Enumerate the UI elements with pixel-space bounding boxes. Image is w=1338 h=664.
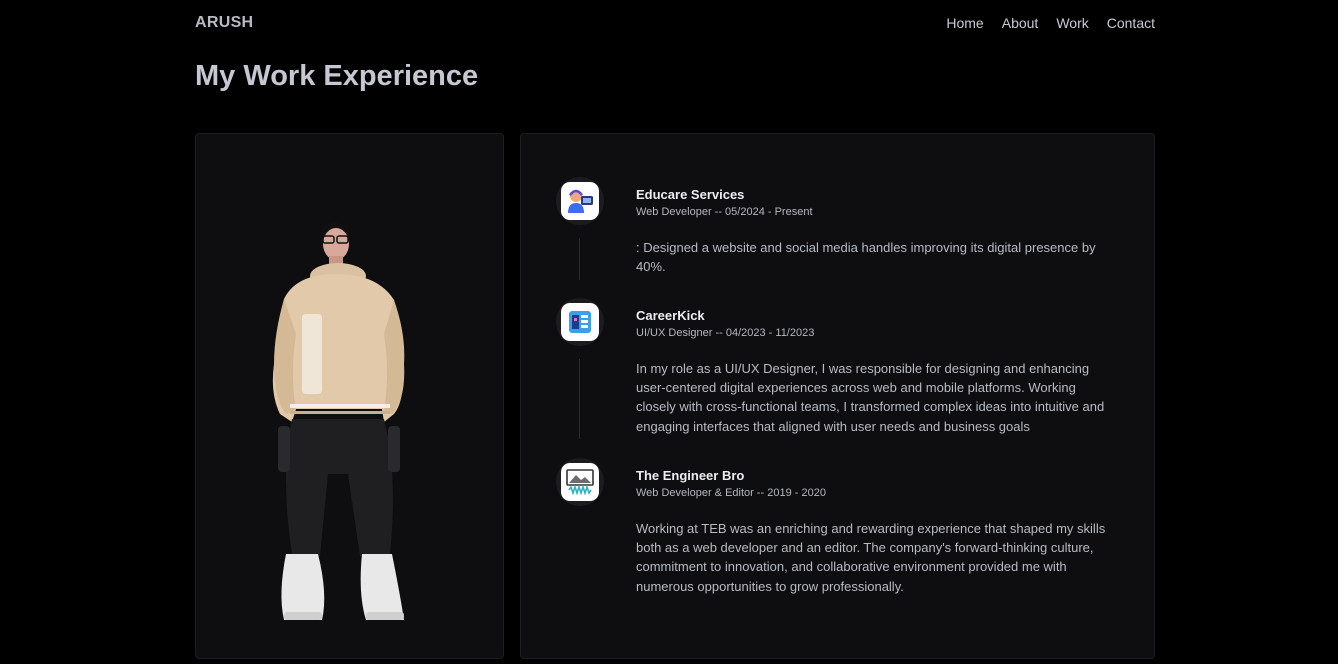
nav-about-link[interactable]: About xyxy=(1002,15,1039,31)
experience-timeline-card: Educare Services Web Developer -- 05/202… xyxy=(520,133,1155,659)
job-company: Educare Services xyxy=(636,187,745,202)
avatar-3d-model[interactable] xyxy=(256,214,446,624)
job-icon-badge xyxy=(556,298,604,346)
nav-contact-link[interactable]: Contact xyxy=(1107,15,1155,31)
job-description: : Designed a website and social media ha… xyxy=(636,240,1096,275)
job-description: Working at TEB was an enriching and rewa… xyxy=(636,521,1106,594)
page-title: My Work Experience xyxy=(195,60,479,92)
job-company: CareerKick xyxy=(636,308,705,323)
job-role: Web Developer -- 05/2024 - Present xyxy=(636,206,813,218)
top-navbar: ARUSH Home About Work Contact xyxy=(195,14,1155,32)
job-description: In my role as a UI/UX Designer, I was re… xyxy=(636,361,1105,434)
nav-home-link[interactable]: Home xyxy=(946,15,983,31)
nav-links: Home About Work Contact xyxy=(946,15,1155,31)
avatar-card xyxy=(195,133,504,659)
nav-work-link[interactable]: Work xyxy=(1056,15,1088,31)
video-editor-icon xyxy=(566,469,594,496)
job-company: The Engineer Bro xyxy=(636,468,745,483)
timeline-connector xyxy=(579,359,580,439)
brand-logo[interactable]: ARUSH xyxy=(195,14,253,32)
job-role: Web Developer & Editor -- 2019 - 2020 xyxy=(636,487,826,499)
ui-design-icon xyxy=(569,311,591,333)
job-icon-badge xyxy=(556,458,604,506)
job-icon-badge xyxy=(556,177,604,225)
timeline-connector xyxy=(579,238,580,280)
job-role: UI/UX Designer -- 04/2023 - 11/2023 xyxy=(636,327,815,339)
support-agent-icon xyxy=(568,189,593,213)
avatar-figure-icon xyxy=(272,223,405,620)
